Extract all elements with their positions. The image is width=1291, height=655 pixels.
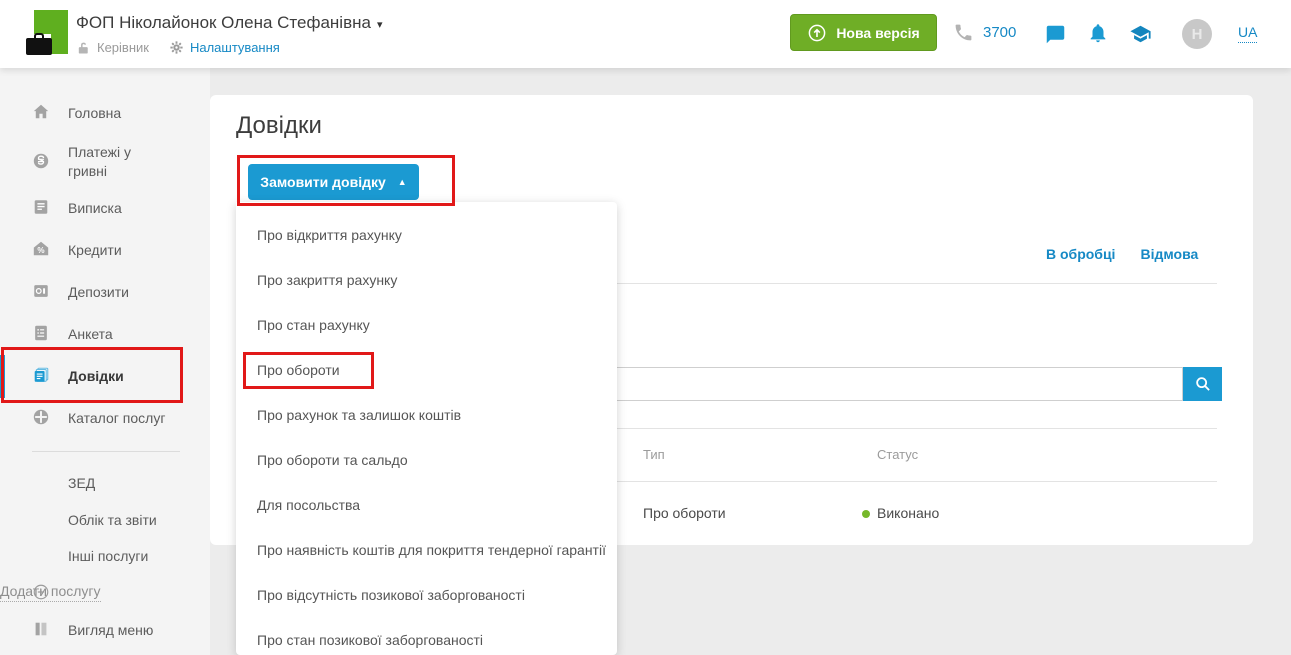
settings-link[interactable]: Налаштування (190, 40, 280, 55)
company-name: ФОП Ніколайонок Олена Стефанівна (76, 13, 371, 32)
tab-in-progress[interactable]: В обробці (1046, 246, 1115, 262)
dropdown-item-account-closing[interactable]: Про закриття рахунку (236, 258, 617, 303)
phone-icon (953, 22, 974, 43)
lock-icon (76, 40, 91, 55)
dropdown-item-account-state[interactable]: Про стан рахунку (236, 303, 617, 348)
menu-layout-icon (32, 620, 50, 638)
chevron-down-icon: ▾ (377, 19, 383, 31)
education-cap-icon[interactable] (1128, 23, 1153, 45)
svg-text:%: % (37, 246, 44, 255)
chevron-up-icon: ▲ (398, 177, 407, 187)
page-title: Довідки (236, 112, 322, 140)
order-certificate-button[interactable]: Замовити довідку ▲ (248, 164, 419, 200)
search-button[interactable] (1183, 367, 1222, 401)
new-version-button[interactable]: Нова версія (790, 14, 937, 51)
menu-view-label: Вигляд меню (68, 621, 153, 640)
dropdown-item-no-loan-debt[interactable]: Про відсутність позикової заборгованості (236, 573, 617, 618)
plus-circle-icon (32, 583, 50, 601)
sidebar: Головна Платежі у гривні Виписка % Креди… (0, 68, 210, 655)
add-service-label: Додати послугу (0, 583, 101, 602)
gear-icon (169, 40, 184, 55)
sidebar-item-label: Довідки (68, 367, 124, 386)
phone-number: 3700 (983, 24, 1016, 41)
header-subrow: Керівник Налаштування (76, 38, 280, 56)
sidebar-item-label: Головна (68, 104, 121, 123)
briefcase-icon (26, 38, 52, 55)
app-root: ФОП Ніколайонок Олена Стефанівна ▾ Керівн… (0, 0, 1291, 655)
order-button-label: Замовити довідку (260, 174, 385, 190)
column-header-type: Тип (643, 447, 665, 462)
tab-refused[interactable]: Відмова (1140, 246, 1198, 262)
bell-icon[interactable] (1087, 22, 1109, 44)
upgrade-circle-arrow-icon (807, 23, 827, 43)
services-catalog-icon (32, 408, 50, 426)
avatar-initial: Н (1192, 26, 1203, 43)
deposits-icon (32, 282, 50, 300)
sidebar-item-other-services[interactable]: Інші послуги (68, 548, 148, 564)
sidebar-item-accounting-reports[interactable]: Облік та звіти (68, 512, 157, 528)
support-phone[interactable]: 3700 (953, 22, 1016, 43)
sidebar-item-label: Анкета (68, 325, 113, 344)
bank-logo[interactable] (26, 10, 68, 58)
chat-icon[interactable] (1045, 24, 1066, 45)
dropdown-item-loan-debt-state[interactable]: Про стан позикової заборгованості (236, 618, 617, 655)
column-header-status: Статус (877, 447, 918, 462)
sidebar-divider (32, 451, 180, 452)
status-tabs: В обробці Відмова (1046, 246, 1198, 262)
sidebar-item-zed[interactable]: ЗЕД (68, 475, 95, 491)
sidebar-add-service[interactable]: Додати послугу (0, 583, 210, 601)
sidebar-item-label: Кредити (68, 241, 122, 260)
dropdown-item-account-and-balance[interactable]: Про рахунок та залишок коштів (236, 393, 617, 438)
language-selector[interactable]: UA (1238, 24, 1257, 43)
dropdown-item-account-opening[interactable]: Про відкриття рахунку (236, 213, 617, 258)
table-row-status: Виконано (877, 505, 939, 521)
certificates-icon (32, 366, 50, 384)
top-header: ФОП Ніколайонок Олена Стефанівна ▾ Керівн… (0, 0, 1291, 68)
sidebar-item-label: Платежі у гривні (68, 143, 148, 181)
home-icon (32, 103, 50, 121)
avatar[interactable]: Н (1182, 19, 1212, 49)
dropdown-item-turnovers[interactable]: Про обороти (236, 348, 617, 393)
status-dot (862, 510, 870, 518)
sidebar-item-label: Каталог послуг (68, 409, 165, 428)
active-item-indicator (0, 355, 5, 398)
new-version-label: Нова версія (836, 25, 919, 41)
dropdown-item-for-embassy[interactable]: Для посольства (236, 483, 617, 528)
sidebar-item-label: Виписка (68, 199, 122, 218)
questionnaire-icon (32, 324, 50, 342)
table-row-type[interactable]: Про обороти (643, 505, 726, 521)
dropdown-item-turnovers-and-saldo[interactable]: Про обороти та сальдо (236, 438, 617, 483)
certificate-types-dropdown: Про відкриття рахунку Про закриття рахун… (236, 202, 617, 655)
dropdown-item-tender-guarantee-funds[interactable]: Про наявність коштів для покриття тендер… (236, 528, 617, 573)
search-icon (1194, 375, 1212, 393)
hryvnia-payments-icon (32, 152, 50, 170)
sidebar-item-label: Депозити (68, 283, 129, 302)
credits-icon: % (32, 240, 50, 258)
company-selector[interactable]: ФОП Ніколайонок Олена Стефанівна ▾ (76, 13, 383, 33)
statement-icon (32, 198, 50, 216)
role-label: Керівник (97, 40, 149, 55)
